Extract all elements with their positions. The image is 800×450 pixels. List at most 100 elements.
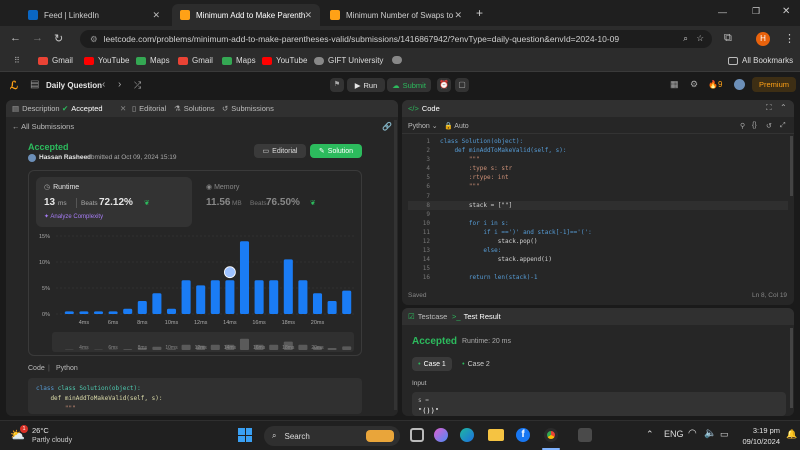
code-line[interactable]: 9 (408, 210, 788, 219)
maximize-icon[interactable]: ⛶ (766, 103, 772, 113)
tab-swaps[interactable]: Minimum Number of Swaps to ✕ (322, 4, 470, 26)
code-editor[interactable]: 1 class Solution(object): 2 def minAddToMa… (408, 137, 788, 285)
prev-problem-icon[interactable]: ‹ (102, 79, 105, 90)
clock-time[interactable]: 3:19 pm (740, 426, 780, 435)
close-accepted-icon[interactable]: ✕ (120, 100, 126, 116)
code-line[interactable]: 4 :type s: str (408, 164, 788, 173)
bookmark-icon[interactable]: ⚲ (740, 122, 745, 130)
streak-counter[interactable]: 🔥9 (708, 80, 722, 89)
extensions-icon[interactable]: ⧉ (724, 32, 732, 45)
share-link-icon[interactable]: 🔗 (382, 122, 392, 131)
left-scrollbar[interactable] (394, 120, 397, 410)
chart-bar[interactable] (166, 308, 177, 314)
restore-button[interactable]: ❐ (752, 6, 760, 17)
code-line[interactable]: 10 for i in s: (408, 219, 788, 228)
leetcode-logo-icon[interactable]: ℒ (10, 79, 20, 92)
chart-bar[interactable] (152, 293, 162, 314)
code-line[interactable]: 13 else: (408, 246, 788, 255)
tab-description[interactable]: ▤ Description (12, 100, 60, 116)
forward-icon[interactable]: → (32, 32, 43, 44)
close-icon[interactable]: ✕ (152, 10, 160, 21)
reset-icon[interactable]: ↺ (766, 122, 772, 130)
format-icon[interactable]: {} (752, 122, 757, 129)
layout-icon[interactable]: ▦ (670, 79, 679, 90)
wifi-icon[interactable]: ◠ (688, 428, 697, 439)
chart-bar[interactable] (327, 301, 337, 314)
bookmark-maps-2[interactable]: Maps (222, 56, 256, 65)
code-line[interactable]: 7 (408, 192, 788, 201)
code-line[interactable]: 2 def minAddToMakeValid(self, s): (408, 146, 788, 155)
tab-submissions[interactable]: ↺ Submissions (222, 100, 274, 116)
minimize-button[interactable]: — (718, 7, 727, 17)
editorial-button[interactable]: ▭ Editorial (254, 144, 306, 158)
battery-icon[interactable]: ▭ (720, 429, 729, 440)
next-problem-icon[interactable]: › (118, 79, 121, 90)
bookmark-youtube[interactable]: YouTube (84, 56, 129, 65)
chart-bar[interactable] (342, 290, 352, 314)
code-line[interactable]: 8 stack = [""] (408, 200, 788, 210)
debug-icon[interactable]: ⚑ (330, 78, 344, 92)
chart-bar[interactable] (225, 280, 235, 314)
bookmark-gift[interactable]: GIFT University (314, 56, 383, 65)
premium-button[interactable]: Premium (752, 77, 796, 92)
volume-icon[interactable]: 🔈 (704, 428, 716, 439)
result-scrollbar[interactable] (790, 328, 793, 408)
chart-bar[interactable] (269, 280, 279, 314)
code-line[interactable]: 6 """ (408, 182, 788, 191)
chrome-icon[interactable] (544, 428, 558, 442)
code-line[interactable]: 15 (408, 264, 788, 273)
runtime-card[interactable]: ◷ Runtime 13 ms Beats 72.12% ❦ ✦ Analyze … (36, 177, 192, 227)
case-1-tab[interactable]: • Case 1 (412, 357, 452, 371)
timer-icon[interactable]: ⏰ (437, 78, 451, 92)
daily-question-link[interactable]: Daily Question (46, 81, 102, 90)
code-line[interactable]: 5 :rtype: int (408, 173, 788, 182)
chart-bar[interactable] (123, 308, 133, 314)
auto-mode[interactable]: 🔒 Auto (444, 122, 469, 130)
language-select[interactable]: Python ⌄ (408, 122, 438, 130)
tab-test-result[interactable]: >_ Test Result (452, 308, 501, 324)
close-window-button[interactable]: ✕ (782, 6, 790, 17)
site-info-icon[interactable]: ⚙ (90, 34, 98, 45)
chart-bar[interactable] (93, 311, 104, 314)
url-field[interactable]: ⚙ leetcode.com/problems/minimum-add-to-m… (80, 30, 712, 48)
fullscreen-icon[interactable]: ⤢ (780, 122, 786, 130)
close-icon[interactable]: ✕ (304, 10, 312, 21)
bookmark-maps[interactable]: Maps (136, 56, 170, 65)
chart-bar[interactable] (196, 285, 206, 314)
tab-code[interactable]: </> Code (408, 100, 440, 116)
back-icon[interactable]: ← (10, 32, 21, 44)
shuffle-icon[interactable]: ⤮ (134, 80, 141, 91)
facebook-icon[interactable]: f (516, 428, 530, 442)
profile-avatar[interactable]: H (756, 32, 770, 46)
collapse-icon[interactable]: ⌃ (780, 103, 787, 112)
weather-temp[interactable]: 26°C (32, 426, 49, 435)
file-explorer-icon[interactable] (488, 429, 504, 441)
chart-bar[interactable] (254, 280, 264, 314)
code-line[interactable]: 11 if i ==')' and stack[-1]=='(': (408, 228, 788, 237)
notes-icon[interactable]: ▢ (455, 78, 469, 92)
edge-icon[interactable] (460, 428, 474, 442)
chart-bar[interactable] (312, 293, 323, 314)
taskbar-search[interactable]: ⌕ Search (264, 426, 400, 446)
copilot-icon[interactable] (434, 428, 448, 442)
code-line[interactable]: 3 """ (408, 155, 788, 164)
run-button[interactable]: ▶ Run (347, 78, 385, 92)
tab-editorial[interactable]: ▯ Editorial (132, 100, 166, 116)
task-view-icon[interactable] (410, 428, 424, 442)
code-line[interactable]: 12 stack.pop() (408, 237, 788, 246)
chart-bar[interactable] (108, 311, 118, 314)
bookmark-globe[interactable] (392, 56, 406, 64)
tab-solutions[interactable]: ⚗ Solutions (174, 100, 215, 116)
memory-label[interactable]: ◉ Memory (206, 183, 239, 191)
language-icon[interactable]: ENG (664, 429, 684, 439)
menu-icon[interactable]: ⋮ (784, 32, 795, 45)
tab-leetcode[interactable]: Minimum Add to Make Parenth ✕ (172, 4, 320, 26)
reload-icon[interactable]: ↻ (54, 32, 63, 45)
clock-date[interactable]: 09/10/2024 (734, 437, 780, 446)
windows-start-icon[interactable] (238, 428, 252, 442)
settings-gear-icon[interactable]: ⚙ (690, 79, 698, 90)
editor-scrollbar[interactable] (790, 136, 793, 196)
app-icon[interactable] (578, 428, 592, 442)
all-bookmarks[interactable]: All Bookmarks (728, 56, 793, 65)
bookmark-gmail-2[interactable]: Gmail (178, 56, 213, 65)
